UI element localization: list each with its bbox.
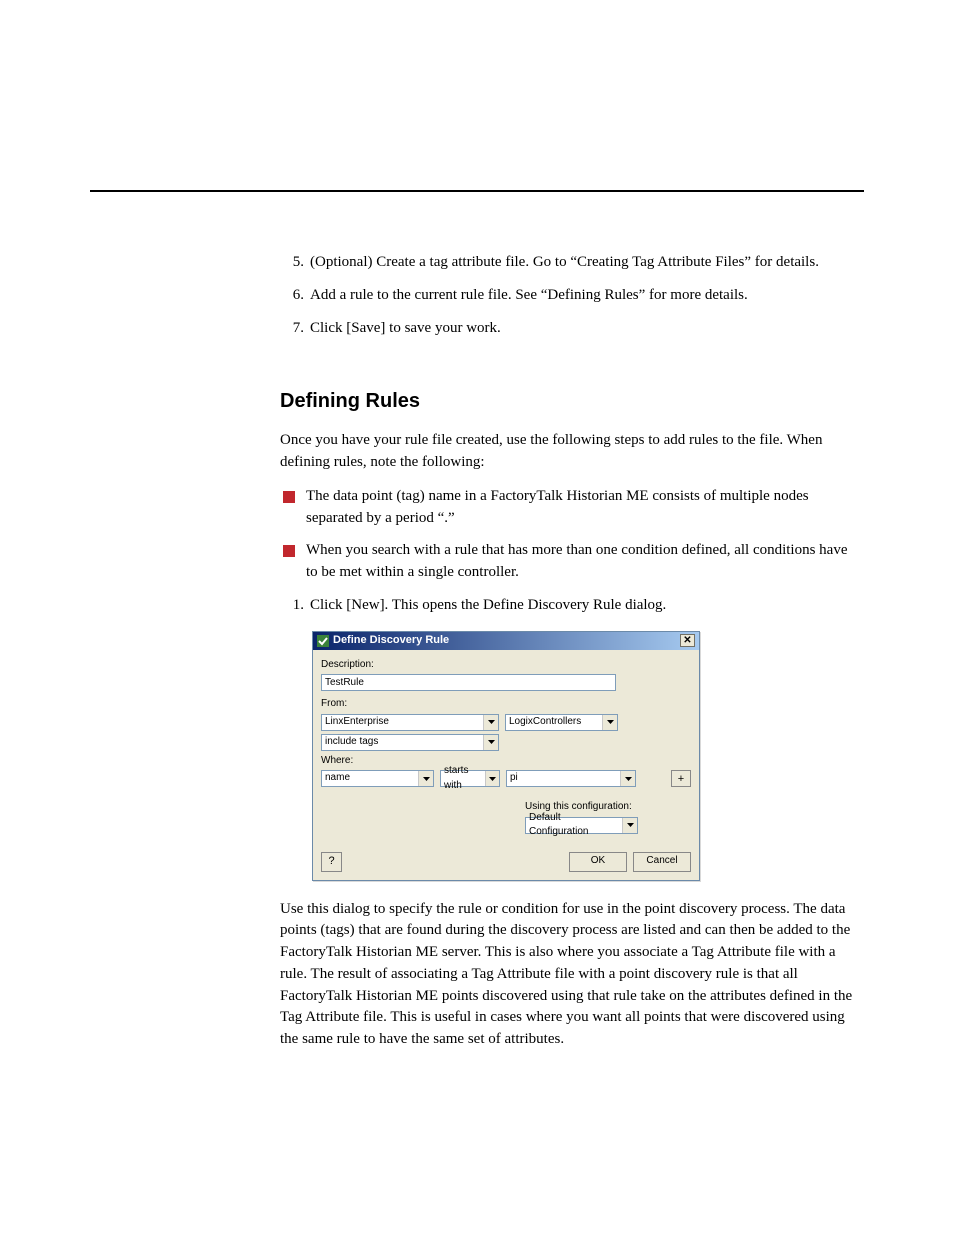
from-source-select[interactable]: LinxEnterprise — [321, 714, 499, 731]
config-value: Default Configuration — [529, 811, 622, 840]
dialog-titlebar: Define Discovery Rule ✕ — [313, 632, 699, 650]
step-item: 7. Click [Save] to save your work. — [280, 318, 860, 340]
square-bullet-icon — [283, 491, 295, 503]
step-number: 1. — [280, 595, 304, 617]
add-condition-button[interactable]: + — [671, 770, 691, 787]
bullet-item: The data point (tag) name in a FactoryTa… — [280, 486, 860, 530]
chevron-down-icon — [483, 715, 498, 730]
step-text: Click [New]. This opens the Define Disco… — [310, 595, 860, 617]
from-target-value: LogixControllers — [509, 715, 581, 730]
tag-scope-value: include tags — [325, 735, 378, 750]
intro-paragraph: Once you have your rule file created, us… — [280, 430, 860, 474]
after-paragraph: Use this dialog to specify the rule or c… — [280, 899, 860, 1051]
where-field-select[interactable]: name — [321, 770, 434, 787]
step-item: 1. Click [New]. This opens the Define Di… — [280, 595, 860, 617]
tag-scope-select[interactable]: include tags — [321, 734, 499, 751]
where-field-value: name — [325, 771, 350, 786]
body-content: 5. (Optional) Create a tag attribute fil… — [280, 252, 860, 1051]
dialog-icon — [317, 635, 329, 647]
square-bullet-icon — [283, 545, 295, 557]
dialog-title-text: Define Discovery Rule — [333, 633, 449, 649]
bullet-item: When you search with a rule that has mor… — [280, 540, 860, 584]
chevron-down-icon — [483, 735, 498, 750]
cancel-button[interactable]: Cancel — [633, 852, 691, 872]
dialog-close-button[interactable]: ✕ — [680, 634, 695, 647]
step-text: Add a rule to the current rule file. See… — [310, 285, 860, 307]
where-label: Where: — [321, 754, 691, 769]
from-target-select[interactable]: LogixControllers — [505, 714, 618, 731]
bullet-text: The data point (tag) name in a FactoryTa… — [306, 486, 860, 530]
bullet-text: When you search with a rule that has mor… — [306, 540, 860, 584]
dialog-body: Description: From: LinxEnterprise LogixC… — [313, 650, 699, 880]
step-text: (Optional) Create a tag attribute file. … — [310, 252, 860, 274]
ok-button[interactable]: OK — [569, 852, 627, 872]
chevron-down-icon — [485, 771, 499, 786]
step-number: 5. — [280, 252, 304, 274]
description-label: Description: — [321, 658, 691, 673]
chevron-down-icon — [620, 771, 635, 786]
help-icon: ? — [328, 854, 334, 870]
help-button[interactable]: ? — [321, 852, 342, 872]
step-item: 5. (Optional) Create a tag attribute fil… — [280, 252, 860, 274]
config-select[interactable]: Default Configuration — [525, 817, 638, 834]
chevron-down-icon — [602, 715, 617, 730]
step-text: Click [Save] to save your work. — [310, 318, 860, 340]
chevron-down-icon — [418, 771, 433, 786]
horizontal-rule — [90, 190, 864, 192]
where-value-text: pi — [510, 771, 518, 786]
from-label: From: — [321, 697, 691, 712]
section-heading: Defining Rules — [280, 387, 860, 416]
where-op-select[interactable]: starts with — [440, 770, 500, 787]
step-number: 7. — [280, 318, 304, 340]
where-op-value: starts with — [444, 764, 485, 793]
where-value-select[interactable]: pi — [506, 770, 636, 787]
from-source-value: LinxEnterprise — [325, 715, 389, 730]
step-item: 6. Add a rule to the current rule file. … — [280, 285, 860, 307]
step-number: 6. — [280, 285, 304, 307]
chevron-down-icon — [622, 818, 637, 833]
description-input[interactable] — [321, 674, 616, 691]
define-discovery-rule-dialog: Define Discovery Rule ✕ Description: Fro… — [312, 631, 700, 881]
